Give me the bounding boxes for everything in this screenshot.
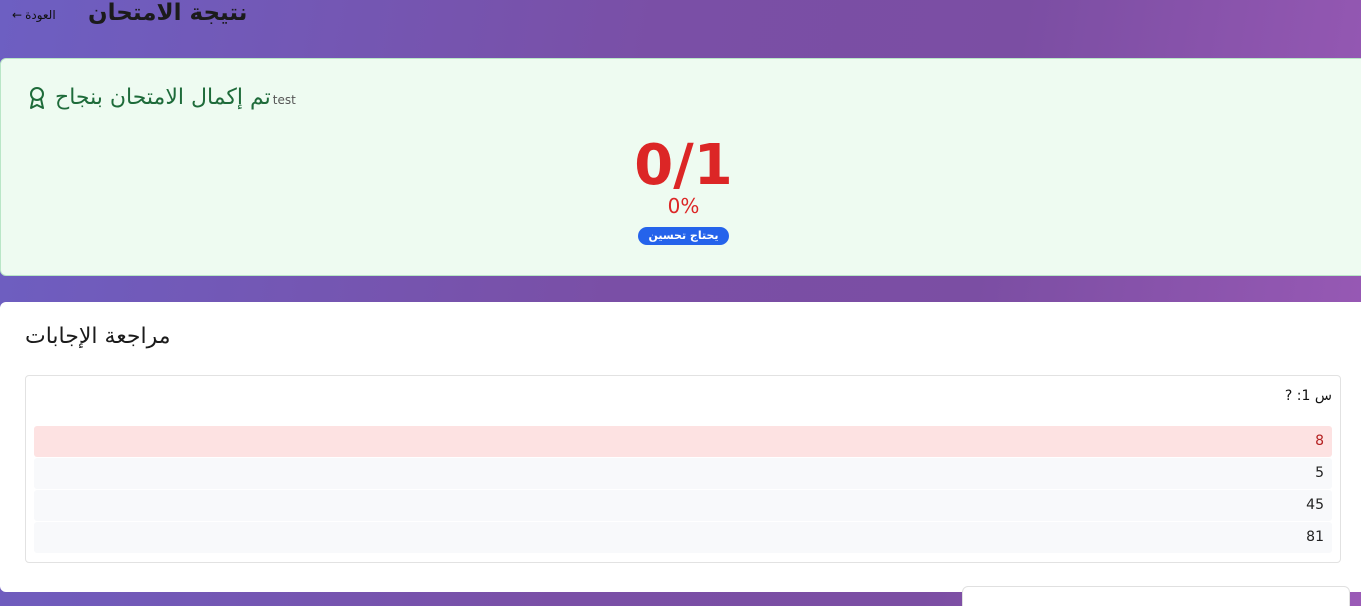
top-bar: العودة ← نتيجة الامتحان — [0, 0, 1361, 44]
award-icon — [27, 86, 47, 110]
page-title: نتيجة الامتحان — [88, 0, 248, 26]
status-badge: يحتاج تحسين — [638, 227, 729, 245]
result-heading: تم إكمال الامتحان بنجاح — [55, 85, 271, 110]
question-card: س 1: ? 8 5 45 81 — [25, 375, 1341, 563]
arrow-left-icon: ← — [12, 8, 23, 22]
score-percent: 0% — [667, 194, 700, 218]
exam-name: test — [272, 92, 296, 107]
back-label: العودة — [25, 8, 56, 22]
question-text: س 1: ? — [1284, 388, 1332, 404]
score-block: 0/1 0% يحتاج تحسين — [1, 133, 1361, 245]
back-button[interactable]: العودة ← — [12, 8, 56, 22]
option-item: 5 — [34, 458, 1332, 489]
option-item: 8 — [34, 426, 1332, 457]
review-title: مراجعة الإجابات — [25, 324, 171, 349]
option-item: 81 — [34, 522, 1332, 553]
result-card: تم إكمال الامتحان بنجاح test 0/1 0% يحتا… — [0, 58, 1361, 276]
answers-review-card: مراجعة الإجابات س 1: ? 8 5 45 81 — [0, 302, 1361, 592]
score-value: 0/1 — [634, 133, 733, 198]
next-card — [962, 586, 1350, 606]
option-item: 45 — [34, 490, 1332, 521]
result-header: تم إكمال الامتحان بنجاح test — [27, 85, 296, 110]
options-list: 8 5 45 81 — [34, 426, 1332, 554]
